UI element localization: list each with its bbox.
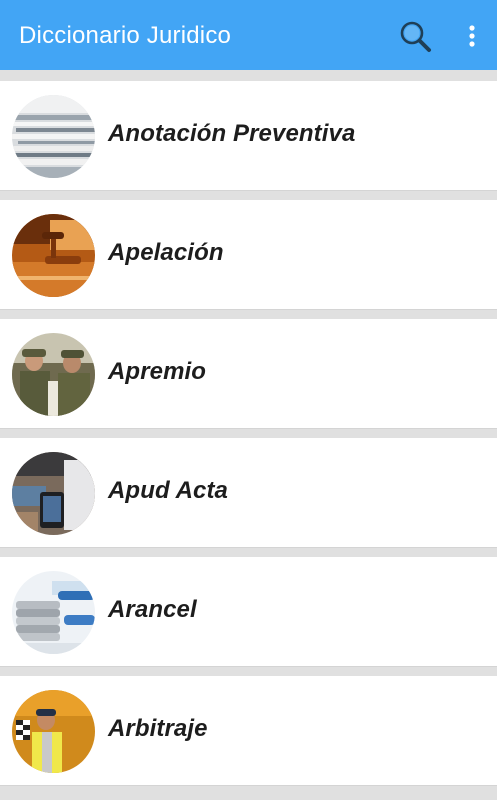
term-image [12,690,95,773]
term-item-arbitraje[interactable]: Arbitraje [0,676,497,786]
term-item-arancel[interactable]: Arancel [0,557,497,667]
search-button[interactable] [396,17,436,57]
term-item-anotacion-preventiva[interactable]: Anotación Preventiva [0,81,497,191]
laptop-and-phone-image [12,452,95,535]
app-title: Diccionario Juridico [19,22,232,49]
term-label: Apud Acta [108,477,229,504]
coins-and-pen-image [12,571,95,654]
term-image [12,452,95,535]
soldiers-image [12,333,95,416]
term-image [12,214,95,297]
stacked-documents-image [12,95,95,178]
term-label: Arbitraje [108,715,208,742]
term-item-apud-acta[interactable]: Apud Acta [0,438,497,548]
judge-gavel-image [12,214,95,297]
search-icon [400,21,431,52]
term-label: Arancel [108,596,197,623]
term-label: Apelación [108,239,224,266]
overflow-menu-button[interactable] [452,17,492,57]
term-image [12,571,95,654]
race-flag-marshal-image [12,690,95,773]
term-image [12,333,95,416]
app-bar: Diccionario Juridico [0,0,497,70]
more-vertical-icon [469,25,475,47]
term-image [12,95,95,178]
term-item-apremio[interactable]: Apremio [0,319,497,429]
term-item-apelacion[interactable]: Apelación [0,200,497,310]
term-label: Apremio [108,358,207,385]
term-label: Anotación Preventiva [108,120,356,147]
